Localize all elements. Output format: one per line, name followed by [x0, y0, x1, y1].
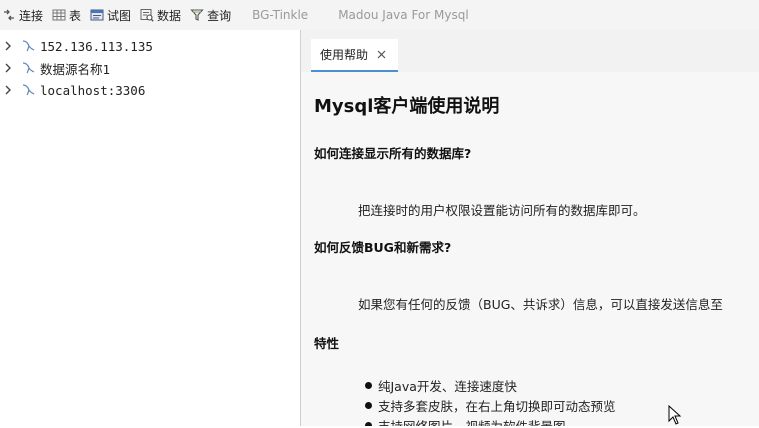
list-item: 支持多套皮肤，在右上角切换即可动态预览 — [365, 395, 616, 415]
mouse-pointer-icon — [668, 404, 682, 428]
connect-button[interactable]: 连接 — [2, 4, 43, 26]
view-label: 试图 — [107, 8, 132, 23]
view-icon — [90, 8, 104, 22]
app-name-madou[interactable]: Madou Java For Mysql — [338, 8, 468, 22]
table-button[interactable]: 表 — [52, 4, 81, 26]
chevron-right-icon[interactable] — [3, 61, 13, 75]
features-heading: 特性 — [314, 336, 340, 351]
chevron-right-icon[interactable] — [3, 39, 13, 53]
view-button[interactable]: 试图 — [90, 4, 131, 26]
faq-answer-connect: 把连接时的用户权限设置能访问所有的数据库即可。 — [358, 203, 646, 218]
app-name-bg-tinkle[interactable]: BG-Tinkle — [252, 8, 308, 22]
close-icon[interactable] — [376, 50, 386, 60]
bullet-icon — [365, 421, 372, 426]
list-item: 支持网络图片、视频为软件背景图 — [365, 415, 616, 426]
mysql-dolphin-icon — [21, 39, 37, 53]
tree-item-connection-3[interactable]: localhost:3306 — [0, 79, 145, 101]
toolbar: 连接 表 试图 数据 查询 BG-Tinkle Madou Java For M… — [0, 0, 759, 30]
connect-label: 连接 — [19, 8, 44, 23]
chevron-right-icon[interactable] — [3, 83, 13, 97]
feature-text: 支持网络图片、视频为软件背景图 — [378, 418, 566, 427]
feature-text: 纯Java开发、连接速度快 — [378, 378, 517, 394]
tab-bar: 使用帮助 — [301, 30, 759, 72]
query-icon — [190, 8, 204, 22]
faq-question-connect: 如何连接显示所有的数据库? — [314, 146, 472, 161]
tree-item-label: 152.136.113.135 — [40, 38, 153, 54]
list-item: 纯Java开发、连接速度快 — [365, 375, 616, 395]
faq-answer-feedback: 如果您有任何的反馈（BUG、共诉求）信息，可以直接发送信息至 — [358, 297, 723, 312]
connect-icon — [2, 8, 16, 22]
help-document: Mysql客户端使用说明 如何连接显示所有的数据库? 把连接时的用户权限设置能访… — [301, 72, 759, 426]
tree-item-connection-1[interactable]: 152.136.113.135 — [0, 35, 153, 57]
mysql-dolphin-icon — [21, 61, 37, 75]
faq-question-feedback: 如何反馈BUG和新需求? — [314, 240, 452, 255]
doc-title: Mysql客户端使用说明 — [314, 96, 500, 117]
table-label: 表 — [69, 8, 82, 23]
connection-tree: 152.136.113.135 数据源名称1 localhost:3306 — [0, 30, 300, 426]
query-label: 查询 — [207, 8, 232, 23]
bullet-icon — [365, 401, 372, 409]
tab-help[interactable]: 使用帮助 — [311, 39, 398, 72]
feature-text: 支持多套皮肤，在右上角切换即可动态预览 — [378, 398, 616, 414]
data-button[interactable]: 数据 — [140, 4, 181, 26]
main-panel: 使用帮助 Mysql客户端使用说明 如何连接显示所有的数据库? 把连接时的用户权… — [301, 30, 759, 426]
tree-item-connection-2[interactable]: 数据源名称1 — [0, 57, 110, 79]
tree-item-label: 数据源名称1 — [40, 61, 111, 77]
data-label: 数据 — [157, 8, 182, 23]
features-list: 纯Java开发、连接速度快 支持多套皮肤，在右上角切换即可动态预览 支持网络图片… — [365, 375, 616, 426]
tree-item-label: localhost:3306 — [40, 82, 146, 98]
query-button[interactable]: 查询 — [190, 4, 231, 26]
bullet-icon — [365, 381, 372, 389]
mysql-dolphin-icon — [21, 83, 37, 97]
tab-label: 使用帮助 — [320, 48, 369, 62]
data-icon — [140, 8, 154, 22]
table-icon — [52, 8, 66, 22]
